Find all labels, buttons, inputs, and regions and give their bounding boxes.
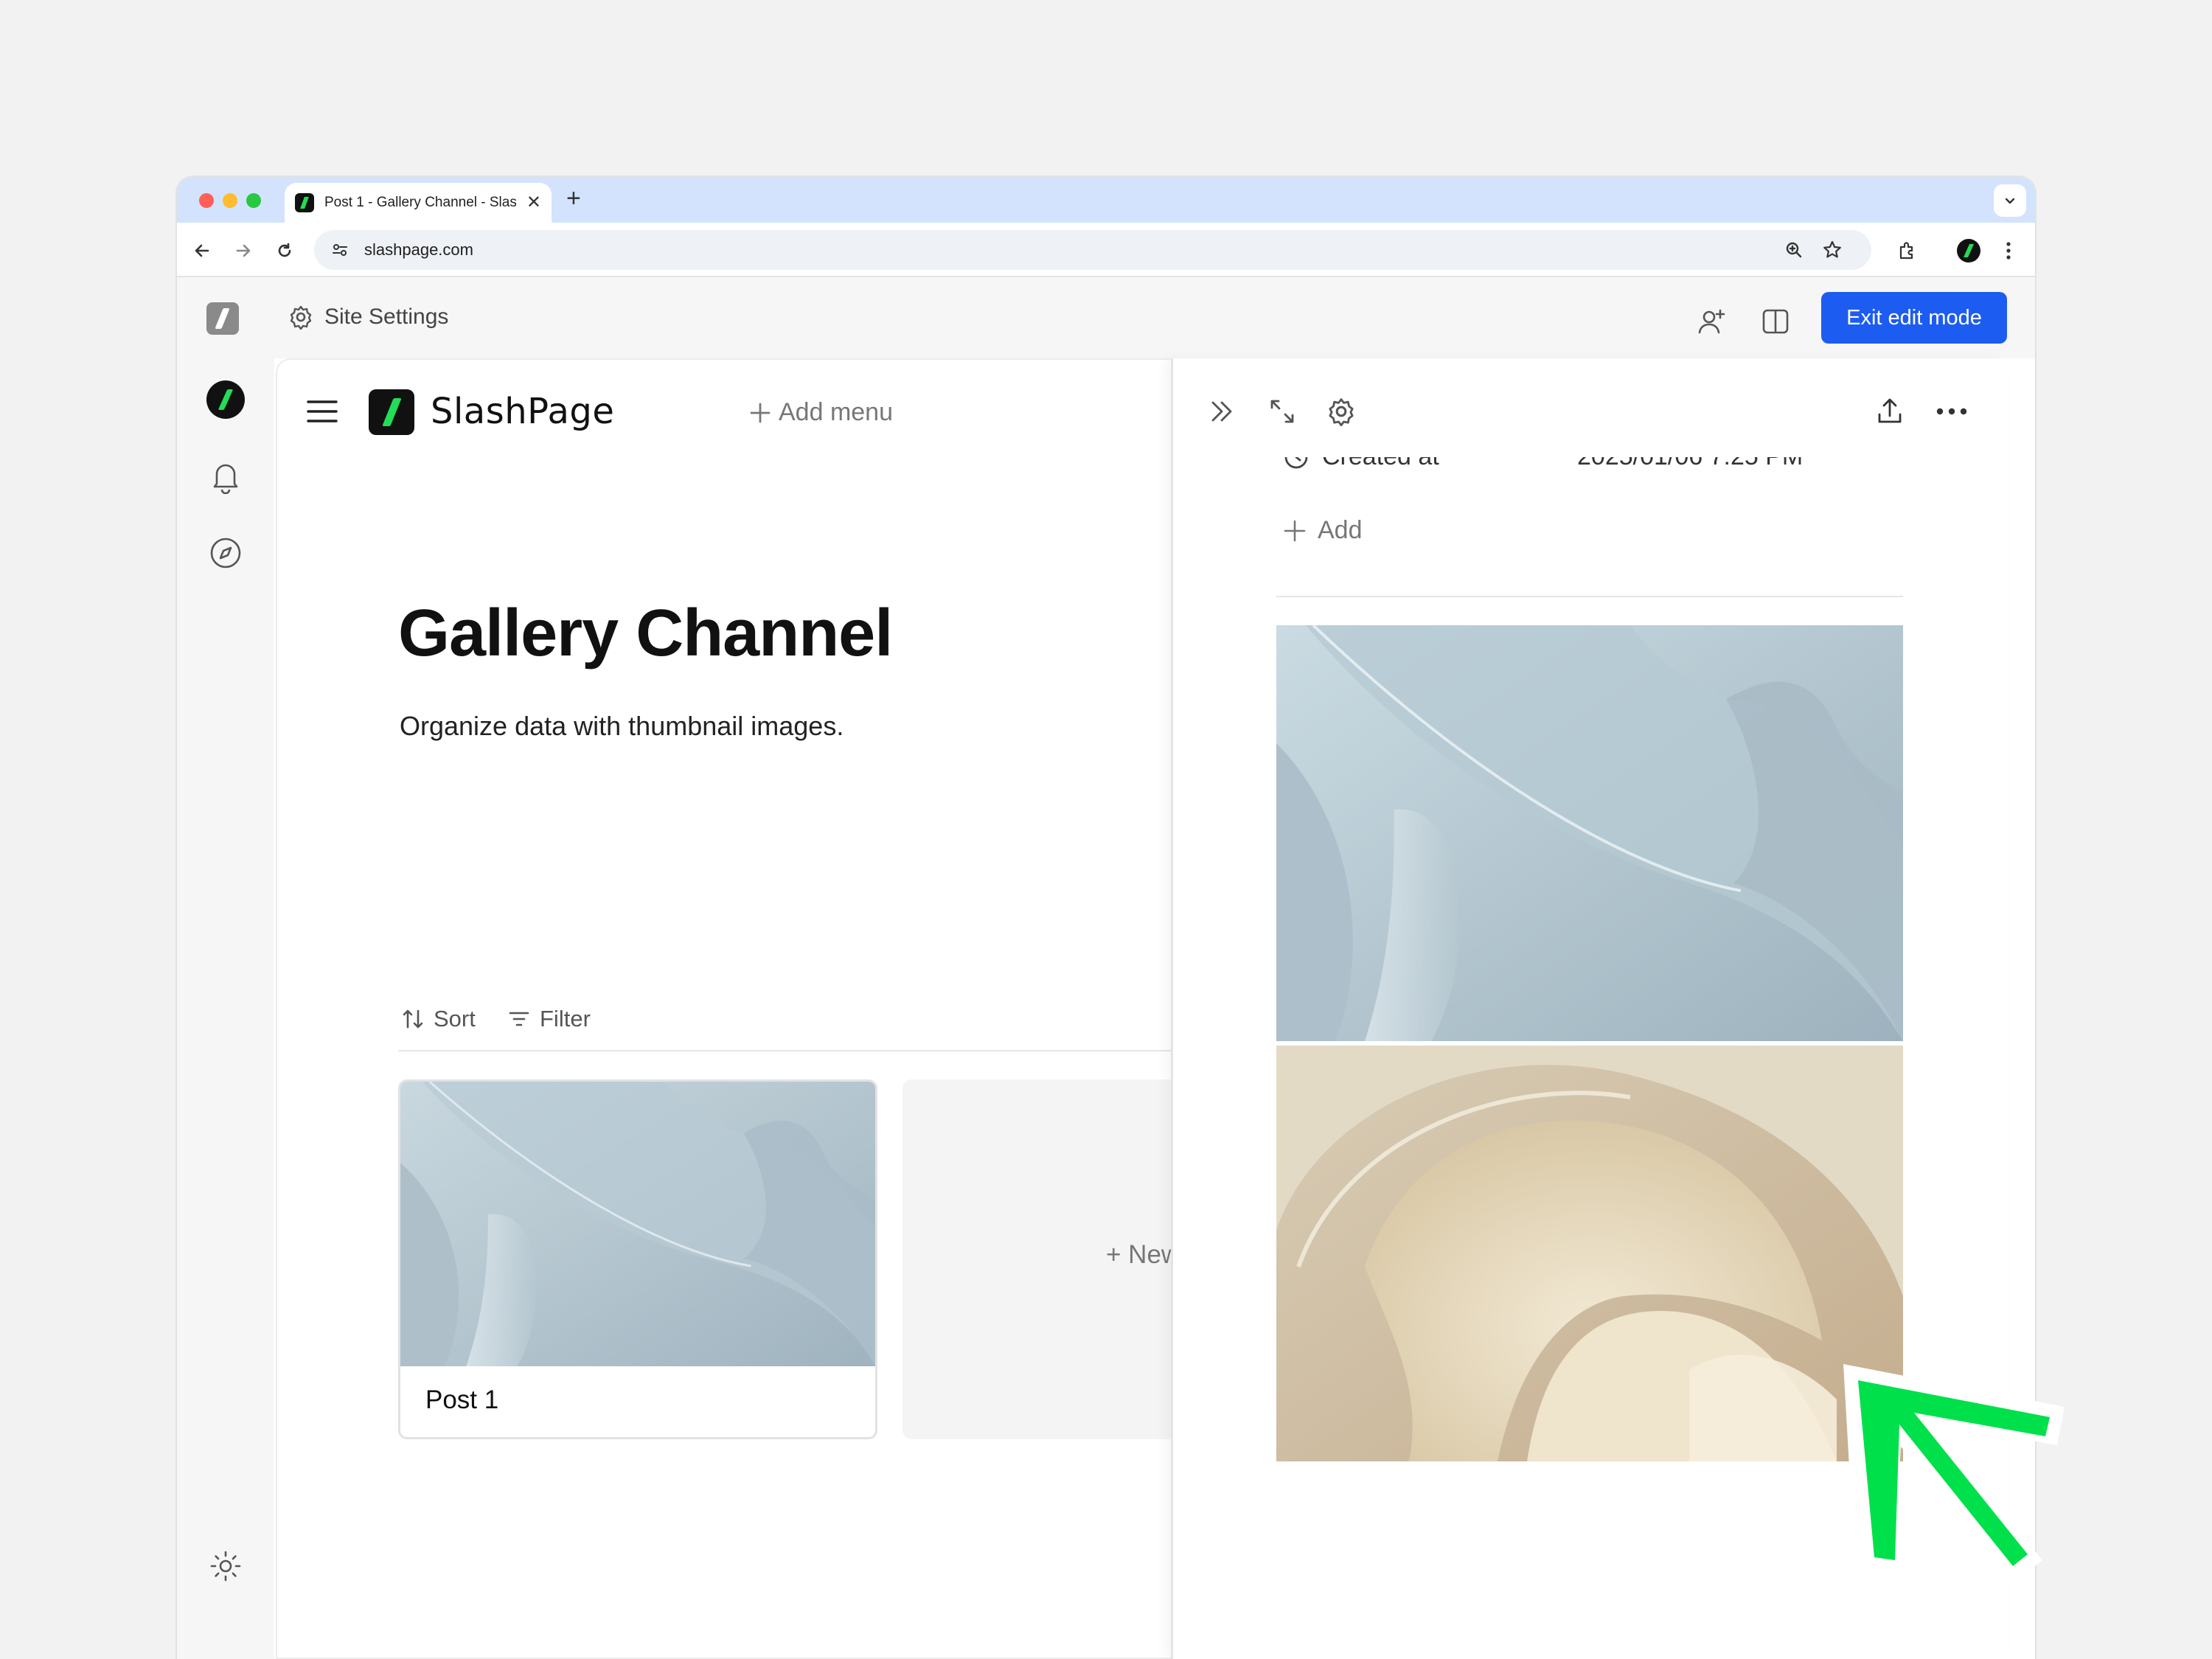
gear-icon bbox=[1329, 398, 1354, 427]
tab-close-button[interactable]: ✕ bbox=[526, 194, 541, 212]
hamburger-icon bbox=[307, 400, 338, 422]
add-property-button[interactable]: Add bbox=[1282, 516, 1363, 545]
zoom-icon[interactable] bbox=[1783, 239, 1805, 261]
card-title: Post 1 bbox=[425, 1385, 499, 1414]
rail-explore[interactable] bbox=[206, 534, 245, 572]
browser-toolbar: slashpage.com bbox=[177, 223, 2035, 277]
page-description: Organize data with thumbnail images. bbox=[400, 711, 844, 741]
collapse-panel-icon bbox=[1211, 401, 1232, 422]
address-bar[interactable]: slashpage.com bbox=[314, 230, 1871, 270]
sort-label: Sort bbox=[434, 1006, 476, 1032]
sun-icon bbox=[210, 1551, 241, 1582]
new-tab-button[interactable]: + bbox=[566, 186, 581, 211]
panel-divider bbox=[1276, 596, 1903, 597]
collapse-panel-button[interactable] bbox=[1204, 394, 1239, 429]
reload-icon bbox=[278, 243, 291, 257]
property-value: 2025/01/06 7:25 PM bbox=[1577, 457, 1803, 471]
share-icon bbox=[1878, 398, 1902, 423]
close-window-dot[interactable] bbox=[199, 193, 214, 208]
site-page: SlashPage Add menu Gallery Channel Organ… bbox=[276, 358, 1190, 1659]
add-user-icon bbox=[1698, 309, 1725, 334]
site-menu-button[interactable] bbox=[307, 398, 338, 428]
panel-settings-button[interactable] bbox=[1324, 394, 1359, 429]
site-brand-name[interactable]: SlashPage bbox=[431, 391, 614, 432]
kebab-icon bbox=[2006, 242, 2011, 260]
rail-site-avatar[interactable] bbox=[206, 380, 245, 419]
rail-notifications[interactable] bbox=[206, 457, 245, 495]
site-info-icon[interactable] bbox=[329, 239, 351, 261]
more-options-button[interactable] bbox=[1934, 394, 1969, 429]
site-settings-label: Site Settings bbox=[324, 305, 449, 329]
back-button[interactable] bbox=[187, 236, 217, 265]
exit-edit-mode-button[interactable]: Exit edit mode bbox=[1821, 292, 2007, 344]
left-rail bbox=[177, 358, 274, 1659]
minimize-window-dot[interactable] bbox=[223, 193, 237, 208]
add-property-label: Add bbox=[1318, 516, 1363, 544]
slashpage-logo[interactable] bbox=[206, 302, 239, 335]
page-title: Gallery Channel bbox=[398, 597, 893, 670]
filter-button[interactable]: Filter bbox=[507, 1006, 591, 1032]
annotation-arrow-icon bbox=[1843, 1364, 2065, 1585]
add-menu-button[interactable]: Add menu bbox=[749, 398, 893, 427]
extensions-icon bbox=[1899, 242, 1913, 260]
back-arrow-icon bbox=[195, 244, 209, 257]
compass-icon bbox=[210, 538, 241, 568]
property-row-created-at[interactable]: Created at 2025/01/06 7:25 PM bbox=[1282, 457, 1857, 491]
new-card-button[interactable]: + New bbox=[902, 1079, 1190, 1439]
more-icon bbox=[1936, 408, 1967, 415]
zoom-window-dot[interactable] bbox=[246, 193, 261, 208]
bell-icon bbox=[213, 464, 238, 494]
new-card-label: + New bbox=[1106, 1240, 1180, 1269]
profile-icon bbox=[1957, 239, 1980, 262]
add-menu-label: Add menu bbox=[779, 398, 893, 426]
reload-button[interactable] bbox=[270, 236, 299, 265]
site-logo[interactable] bbox=[369, 389, 414, 435]
tab-strip: Post 1 - Gallery Channel - SlashPage ✕ + bbox=[177, 177, 2035, 223]
plus-icon bbox=[750, 403, 771, 422]
toolbar-divider bbox=[398, 1050, 1190, 1051]
split-view-button[interactable] bbox=[1759, 305, 1792, 338]
split-view-icon bbox=[1762, 309, 1789, 334]
property-label: Created at bbox=[1322, 457, 1439, 471]
gear-icon bbox=[290, 305, 312, 330]
gallery-card[interactable]: Post 1 bbox=[398, 1079, 877, 1439]
url-text[interactable]: slashpage.com bbox=[364, 240, 473, 260]
sort-button[interactable]: Sort bbox=[401, 1006, 476, 1032]
tab-search-button[interactable] bbox=[1994, 184, 2026, 217]
sort-icon bbox=[403, 1009, 423, 1029]
post-image-blue[interactable] bbox=[1276, 625, 1903, 1041]
star-icon[interactable] bbox=[1821, 239, 1843, 261]
browser-tab[interactable]: Post 1 - Gallery Channel - SlashPage ✕ bbox=[285, 183, 552, 223]
chevron-down-icon bbox=[2005, 198, 2015, 204]
expand-icon bbox=[1270, 400, 1294, 423]
forward-button[interactable] bbox=[229, 236, 258, 265]
app-header: Site Settings Exit edit mode bbox=[177, 277, 2035, 358]
share-button[interactable] bbox=[1872, 394, 1907, 429]
profile-button[interactable] bbox=[1954, 236, 1983, 265]
browser-menu-button[interactable] bbox=[1994, 236, 2023, 265]
tab-title: Post 1 - Gallery Channel - SlashPage bbox=[324, 195, 516, 210]
filter-label: Filter bbox=[540, 1006, 591, 1032]
property-name: Created at bbox=[1282, 457, 1439, 471]
card-thumbnail bbox=[400, 1082, 875, 1366]
extensions-button[interactable] bbox=[1892, 236, 1921, 265]
browser-window: Post 1 - Gallery Channel - SlashPage ✕ +… bbox=[177, 177, 2035, 1659]
site-avatar-icon bbox=[206, 380, 245, 419]
rail-theme-toggle[interactable] bbox=[206, 1547, 245, 1585]
clock-icon bbox=[1284, 457, 1308, 468]
expand-panel-button[interactable] bbox=[1265, 394, 1300, 429]
site-settings-button[interactable]: Site Settings bbox=[288, 304, 448, 330]
filter-icon bbox=[509, 1012, 529, 1026]
plus-icon bbox=[1284, 520, 1306, 541]
tab-favicon-icon bbox=[295, 193, 314, 212]
forward-arrow-icon bbox=[236, 244, 251, 257]
invite-user-button[interactable] bbox=[1696, 305, 1728, 338]
